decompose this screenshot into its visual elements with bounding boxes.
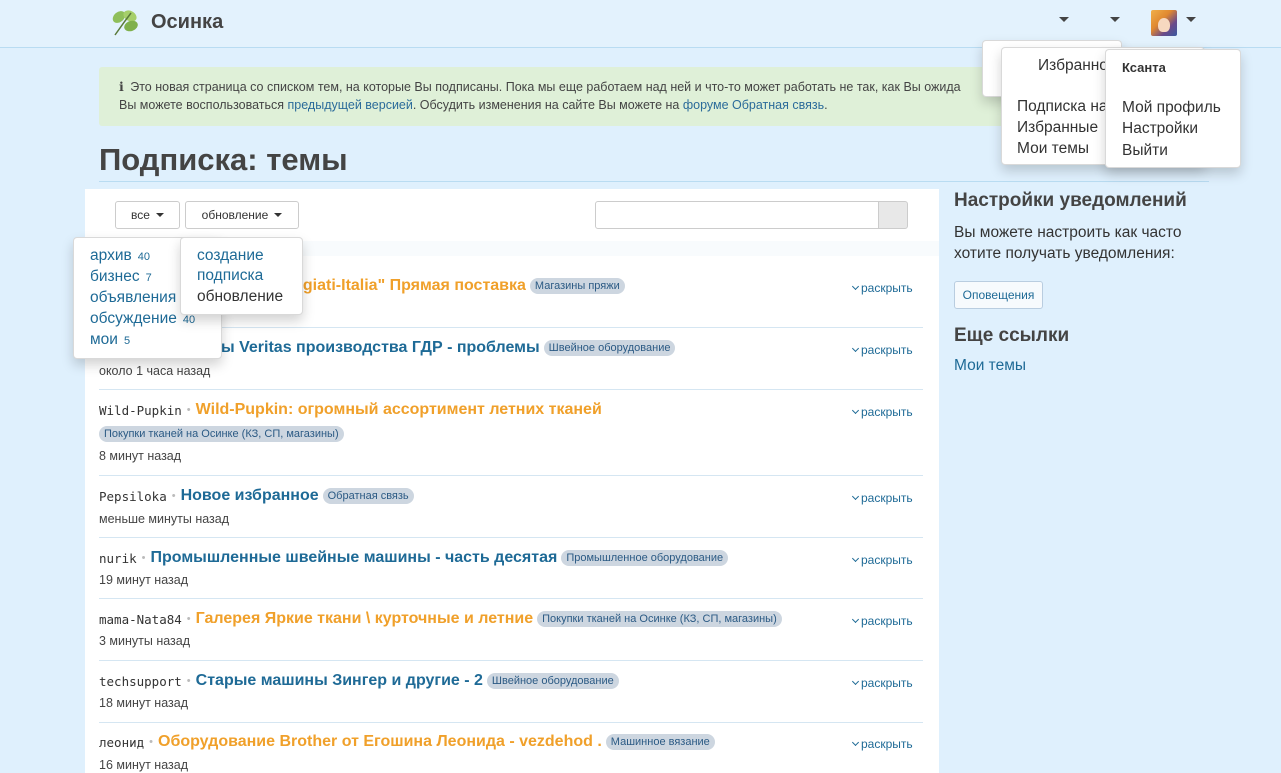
topic-row: ы Veritas производства ГДР - проблемы Шв… — [99, 328, 923, 390]
expand-link[interactable]: раскрыть — [851, 491, 913, 505]
favorites-menu-item[interactable]: Избранные — [1017, 119, 1098, 137]
expand-link[interactable]: раскрыть — [851, 405, 913, 419]
topic-time: 19 минут назад — [99, 573, 188, 587]
topic-time: 3 минуты назад — [99, 634, 191, 648]
divider — [99, 181, 1209, 182]
topic-time: 16 минут назад — [99, 758, 188, 772]
topic-title-link[interactable]: Оборудование Brother от Егошина Леонида … — [158, 733, 602, 751]
favorites-menu-item[interactable]: Подписка на — [1017, 98, 1108, 116]
category-option-discussion[interactable]: обсуждение 40 — [90, 310, 195, 328]
topic-author[interactable]: techsupport — [99, 674, 182, 689]
category-badge[interactable]: Швейное оборудование — [486, 673, 619, 689]
chevron-down-icon — [851, 282, 860, 291]
previous-version-link[interactable]: предыдущей версией — [288, 98, 413, 112]
caret-down-icon — [155, 213, 164, 217]
topic-author[interactable]: Wild-Pupkin — [99, 403, 182, 418]
category-badge[interactable]: Покупки тканей на Осинке (КЗ, СП, магази… — [99, 426, 344, 442]
topic-title-link[interactable]: Новое избранное — [181, 487, 319, 505]
separator-dot: • — [171, 490, 176, 502]
topic-row: Pepsiloka • Новое избранное Обратная свя… — [99, 476, 923, 538]
topic-title-link[interactable]: Промышленные швейные машины - часть деся… — [151, 549, 558, 567]
info-icon: ℹ — [119, 80, 124, 94]
chevron-down-icon — [851, 492, 860, 501]
separator-dot: • — [186, 613, 191, 625]
category-option-business[interactable]: бизнес 7 — [90, 268, 152, 286]
more-links-heading: Еще ссылки — [954, 325, 1070, 346]
expand-link[interactable]: раскрыть — [851, 614, 913, 628]
topic-row: techsupport • Старые машины Зингер и дру… — [99, 661, 923, 723]
category-option-mine[interactable]: мои 5 — [90, 331, 130, 349]
user-menu-username: Ксанта — [1122, 60, 1166, 75]
notifications-button[interactable]: Оповещения — [954, 281, 1043, 309]
notifications-heading: Настройки уведомлений — [954, 190, 1187, 211]
avatar[interactable] — [1151, 10, 1177, 36]
favorites-menu-item[interactable]: Мои темы — [1017, 140, 1089, 158]
user-menu-caret-icon[interactable] — [1186, 17, 1196, 22]
topic-time: 18 минут назад — [99, 696, 188, 710]
topic-title-link[interactable]: Старые машины Зингер и другие - 2 — [196, 672, 483, 690]
topic-author[interactable]: Pepsiloka — [99, 489, 167, 504]
sort-option-created[interactable]: создание — [197, 247, 264, 265]
topic-title-link[interactable]: Wild-Pupkin: огромный ассортимент летних… — [196, 401, 602, 419]
chevron-down-icon — [851, 344, 860, 353]
sort-button[interactable]: обновление — [185, 201, 299, 229]
search-input[interactable] — [595, 201, 879, 229]
chevron-down-icon — [851, 406, 860, 415]
brand-name: Осинка — [151, 10, 224, 33]
topic-time: меньше минуты назад — [99, 512, 230, 526]
category-badge[interactable]: Машинное вязание — [605, 734, 715, 750]
category-option-archive[interactable]: архив 40 — [90, 247, 150, 265]
expand-link[interactable]: раскрыть — [851, 737, 913, 751]
logo-icon — [112, 10, 138, 36]
topic-row: nurik • Промышленные швейные машины - ча… — [99, 538, 923, 599]
chevron-down-icon[interactable] — [1059, 17, 1069, 22]
topic-title-link[interactable]: pregiati-Italia" Прямая поставка — [278, 277, 526, 295]
topic-title-link[interactable]: Галерея Яркие ткани \ курточные и летние — [196, 610, 533, 628]
separator-dot: • — [141, 552, 146, 564]
my-topics-link[interactable]: Мои темы — [954, 357, 1026, 375]
caret-down-icon — [274, 213, 283, 217]
settings-link[interactable]: Настройки — [1122, 120, 1198, 138]
category-option-ads[interactable]: объявления — [90, 289, 176, 307]
topic-row: Wild-Pupkin • Wild-Pupkin: огромный ассо… — [99, 390, 923, 476]
expand-link[interactable]: раскрыть — [851, 281, 913, 295]
topic-author[interactable]: nurik — [99, 551, 137, 566]
feedback-forum-link[interactable]: форуме Обратная связь — [683, 98, 824, 112]
brand-link[interactable]: Осинка — [109, 7, 223, 37]
chevron-down-icon — [851, 738, 860, 747]
separator-dot: • — [149, 736, 154, 748]
topic-author[interactable]: mama-Nata84 — [99, 612, 182, 627]
category-badge[interactable]: Промышленное оборудование — [561, 550, 729, 566]
notifications-description: Вы можете настроить как часто хотите пол… — [954, 224, 1182, 262]
sort-option-updated[interactable]: обновление — [197, 288, 283, 306]
expand-link[interactable]: раскрыть — [851, 553, 913, 567]
chevron-down-icon — [851, 615, 860, 624]
topic-time: около 1 часа назад — [99, 364, 211, 378]
expand-link[interactable]: раскрыть — [851, 676, 913, 690]
category-badge[interactable]: Магазины пряжи — [529, 278, 625, 294]
topic-time: 8 минут назад — [99, 449, 182, 463]
profile-link[interactable]: Мой профиль — [1122, 99, 1221, 117]
user-menu: Ксанта Мой профиль Настройки Выйти — [1105, 49, 1241, 168]
category-filter-button[interactable]: все — [115, 201, 180, 229]
category-badge[interactable]: Швейное оборудование — [543, 340, 676, 356]
sort-option-subscribed[interactable]: подписка — [197, 267, 263, 285]
chevron-down-icon — [851, 554, 860, 563]
topic-title-link[interactable]: ы Veritas производства ГДР - проблемы — [221, 339, 540, 357]
sort-dropdown-menu: создание подписка обновление — [180, 237, 303, 315]
chevron-down-icon[interactable] — [1110, 17, 1120, 22]
topic-row: mama-Nata84 • Галерея Яркие ткани \ курт… — [99, 599, 923, 661]
topic-row: леонид • Оборудование Brother от Егошина… — [99, 723, 923, 773]
search-button[interactable] — [878, 201, 908, 229]
chevron-down-icon — [851, 677, 860, 686]
category-badge[interactable]: Обратная связь — [322, 488, 414, 504]
category-badge[interactable]: Покупки тканей на Осинке (КЗ, СП, магази… — [537, 611, 782, 627]
separator-dot: • — [186, 675, 191, 687]
separator-dot: • — [186, 404, 191, 416]
expand-link[interactable]: раскрыть — [851, 343, 913, 357]
topic-author[interactable]: леонид — [99, 735, 144, 750]
logout-link[interactable]: Выйти — [1122, 142, 1168, 160]
page-title: Подписка: темы — [99, 142, 348, 177]
